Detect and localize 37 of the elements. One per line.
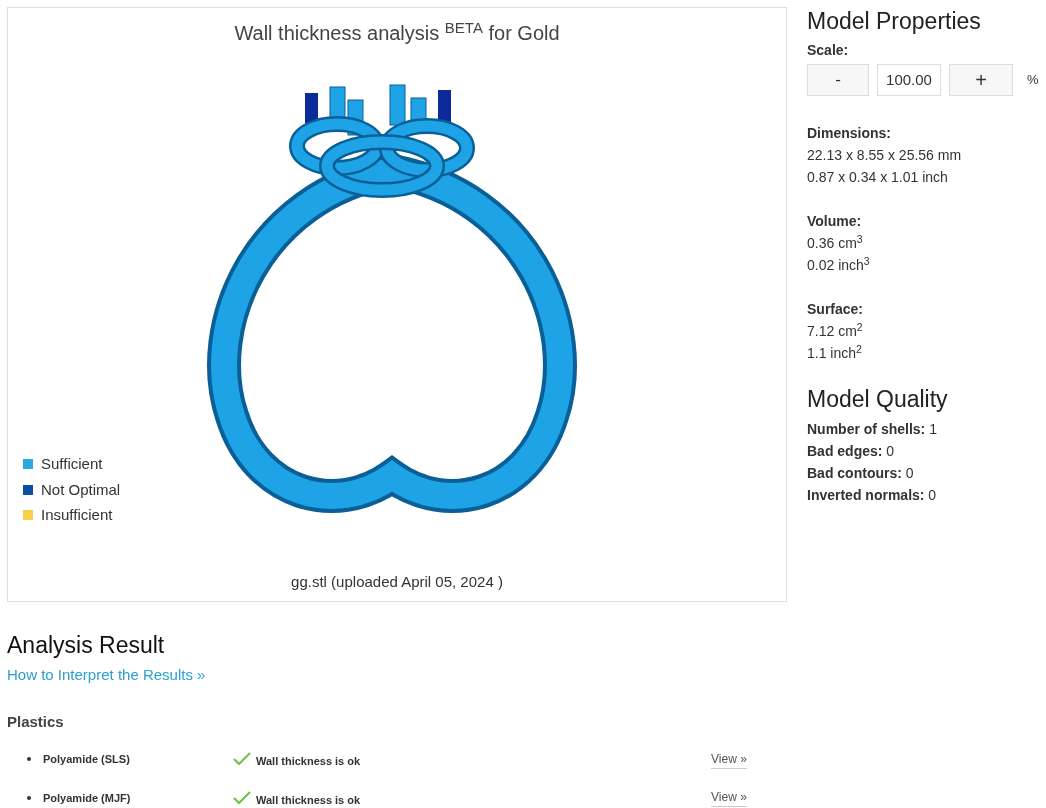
- scale-input[interactable]: 100.00: [877, 64, 941, 96]
- property-value: 0.02 inch$^{3}$: [807, 254, 871, 275]
- status-text: Wall thickness is ok: [256, 792, 362, 808]
- view-link[interactable]: View »: [711, 788, 747, 808]
- quality-stat: Number of shells: 1: [807, 420, 938, 439]
- check-icon: [233, 790, 251, 805]
- property-value: 0.36 cm$^{3}$: [807, 232, 864, 253]
- scale-label: Scale:: [807, 41, 850, 60]
- legend-label: Not Optimal: [41, 479, 121, 500]
- section-heading: Model Properties: [807, 8, 982, 34]
- property-value: 22.13 x 8.55 x 25.56 mm: [807, 146, 963, 165]
- unit-label: %: [1027, 71, 1039, 90]
- property-label: Surface:: [807, 300, 865, 319]
- increase-button[interactable]: +: [949, 64, 1013, 96]
- legend-label: Insufficient: [41, 505, 113, 525]
- section-heading: Analysis Result: [7, 632, 166, 658]
- decrease-button[interactable]: -: [807, 64, 869, 96]
- view-link[interactable]: View »: [711, 749, 747, 769]
- status-text: Wall thickness is ok: [256, 754, 362, 769]
- bullet-icon: [27, 795, 31, 800]
- section-heading: Model Quality: [807, 386, 949, 412]
- property-value: 0.87 x 0.34 x 1.01 inch: [807, 168, 949, 187]
- quality-stat: Inverted normals: 0: [807, 486, 938, 505]
- property-value: 1.1 inch$^{2}$: [807, 342, 863, 363]
- bullet-icon: [27, 757, 31, 762]
- property-label: Volume:: [807, 212, 863, 231]
- viewer-title: Wall thickness analysis $^{BETA}$ for Gold: [234, 18, 560, 46]
- material-name: Polyamide (SLS): [43, 752, 131, 767]
- property-value: 7.12 cm$^{2}$: [807, 320, 864, 341]
- legend-label: Sufficient: [41, 454, 103, 474]
- quality-stat: Bad edges: 0: [807, 442, 896, 461]
- quality-stat: Bad contours: 0: [807, 464, 915, 483]
- material-name: Polyamide (MJF): [43, 790, 132, 806]
- check-icon: [233, 752, 251, 767]
- file-caption: gg.stl (uploaded April 05, 2024 ): [291, 571, 503, 592]
- category-heading: Plastics: [7, 711, 65, 732]
- property-label: Dimensions:: [807, 124, 892, 143]
